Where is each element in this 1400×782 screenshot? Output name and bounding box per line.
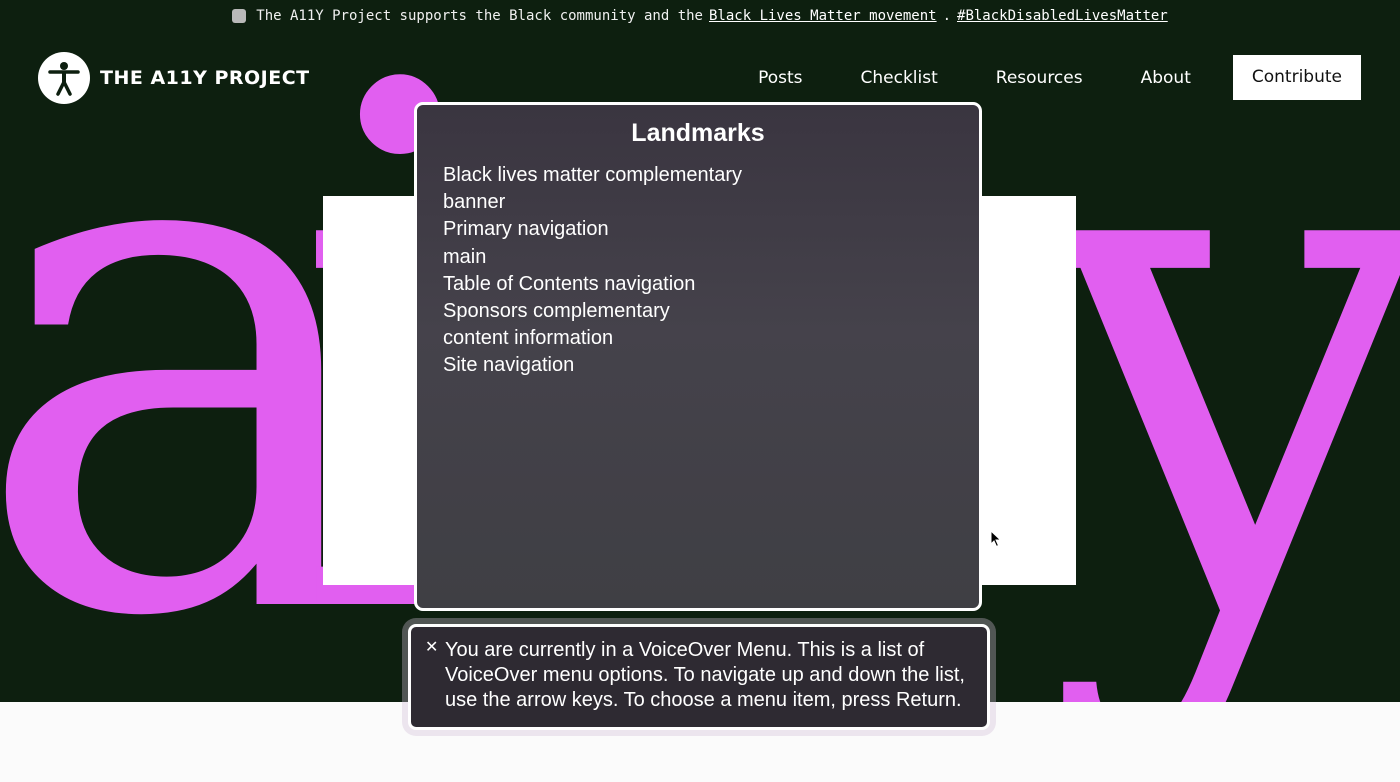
landmark-item[interactable]: Table of Contents navigation [443,271,979,298]
landmark-item[interactable]: Black lives matter complementary [443,162,979,189]
blm-movement-link[interactable]: Black Lives Matter movement [709,8,937,24]
announcement-bar: The A11Y Project supports the Black comm… [0,0,1400,31]
landmark-item[interactable]: content information [443,325,979,352]
contribute-button[interactable]: Contribute [1232,55,1361,100]
voiceover-landmarks-menu: Landmarks Black lives matter complementa… [414,102,982,611]
mouse-pointer-icon [990,529,1002,552]
nav-checklist[interactable]: Checklist [861,68,938,88]
nav-about[interactable]: About [1141,68,1191,88]
voiceover-hint-panel: ✕ You are currently in a VoiceOver Menu.… [408,624,990,730]
voiceover-hint-text: You are currently in a VoiceOver Menu. T… [445,639,965,711]
primary-navigation: Posts Checklist Resources About Contribu… [700,55,1361,100]
landmarks-list: Black lives matter complementary banner … [443,162,979,380]
nav-resources[interactable]: Resources [996,68,1083,88]
voiceover-menu-title: Landmarks [631,119,765,147]
hashtag-link[interactable]: #BlackDisabledLivesMatter [957,8,1168,24]
site-logo[interactable]: THE A11Y PROJECT [38,52,310,104]
logo-text: THE A11Y PROJECT [100,67,310,89]
accessibility-icon [38,52,90,104]
raised-fist-icon [232,8,247,23]
close-icon[interactable]: ✕ [425,637,438,656]
hero-letter-y: y [1040,31,1400,702]
announcement-separator: . [942,7,952,24]
landmark-item[interactable]: Sponsors complementary [443,298,979,325]
landmark-item[interactable]: main [443,244,979,271]
landmark-item[interactable]: Site navigation [443,352,979,379]
announcement-text: The A11Y Project supports the Black comm… [256,7,703,24]
landmark-item[interactable]: banner [443,189,979,216]
landmark-item[interactable]: Primary navigation [443,216,979,243]
nav-posts[interactable]: Posts [758,68,802,88]
